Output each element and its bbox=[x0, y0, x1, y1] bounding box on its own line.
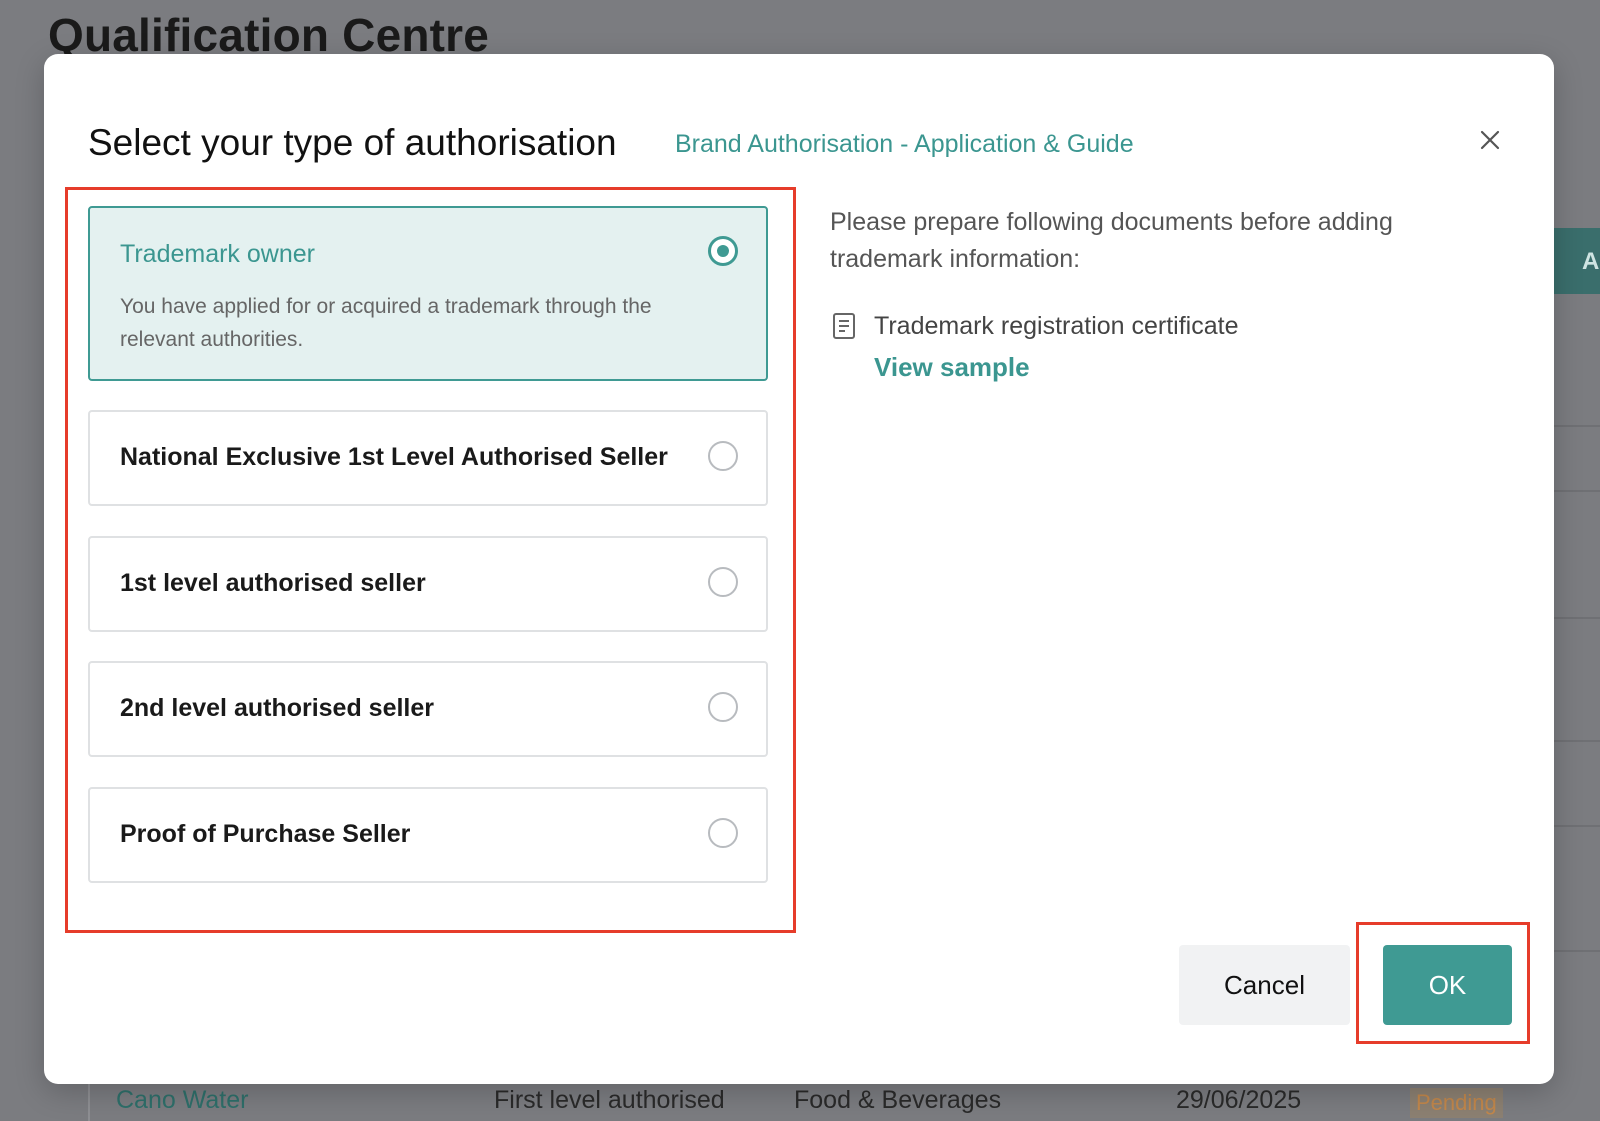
prepare-documents-text: Please prepare following documents befor… bbox=[830, 208, 1393, 273]
background-add-button: Ac bbox=[1552, 228, 1600, 294]
radio-unselected[interactable] bbox=[708, 441, 738, 471]
option-trademark-owner[interactable]: Trademark owner You have applied for or … bbox=[88, 206, 768, 381]
option-national-exclusive-seller[interactable]: National Exclusive 1st Level Authorised … bbox=[88, 410, 768, 506]
background-divider bbox=[1552, 740, 1600, 742]
application-guide-link[interactable]: Brand Authorisation - Application & Guid… bbox=[675, 130, 1134, 159]
background-divider bbox=[1552, 425, 1600, 427]
option-title: 1st level authorised seller bbox=[120, 569, 426, 597]
table-row: Cano Water First level authorised Food &… bbox=[92, 1082, 1600, 1121]
background-divider bbox=[1552, 825, 1600, 827]
status-badge: Pending bbox=[1410, 1088, 1503, 1118]
ok-button[interactable]: OK bbox=[1383, 945, 1512, 1025]
background-divider bbox=[1552, 617, 1600, 619]
cancel-button[interactable]: Cancel bbox=[1179, 945, 1350, 1025]
option-2nd-level-seller[interactable]: 2nd level authorised seller bbox=[88, 661, 768, 757]
radio-unselected[interactable] bbox=[708, 567, 738, 597]
option-title: Trademark owner bbox=[120, 240, 315, 268]
table-cell-category: Food & Beverages bbox=[794, 1086, 1002, 1114]
table-cell-date: 29/06/2025 bbox=[1176, 1086, 1302, 1114]
dialog-title: Select your type of authorisation bbox=[88, 122, 617, 163]
authorisation-type-dialog: Select your type of authorisation Brand … bbox=[44, 54, 1554, 1084]
document-icon bbox=[833, 313, 855, 339]
option-proof-of-purchase-seller[interactable]: Proof of Purchase Seller bbox=[88, 787, 768, 883]
view-sample-link[interactable]: View sample bbox=[874, 352, 1030, 383]
option-title: National Exclusive 1st Level Authorised … bbox=[120, 443, 668, 471]
background-divider bbox=[1552, 950, 1600, 952]
option-title: Proof of Purchase Seller bbox=[120, 820, 411, 848]
radio-unselected[interactable] bbox=[708, 818, 738, 848]
radio-selected[interactable] bbox=[708, 236, 738, 266]
option-description: You have applied for or acquired a trade… bbox=[120, 295, 652, 351]
option-1st-level-seller[interactable]: 1st level authorised seller bbox=[88, 536, 768, 632]
background-divider bbox=[1552, 490, 1600, 492]
close-icon bbox=[1480, 130, 1500, 150]
radio-unselected[interactable] bbox=[708, 692, 738, 722]
table-cell-level: First level authorised bbox=[494, 1086, 725, 1114]
document-name: Trademark registration certificate bbox=[874, 312, 1239, 340]
table-cell-brand: Cano Water bbox=[116, 1086, 249, 1114]
close-button[interactable] bbox=[1474, 124, 1506, 156]
option-title: 2nd level authorised seller bbox=[120, 694, 435, 722]
